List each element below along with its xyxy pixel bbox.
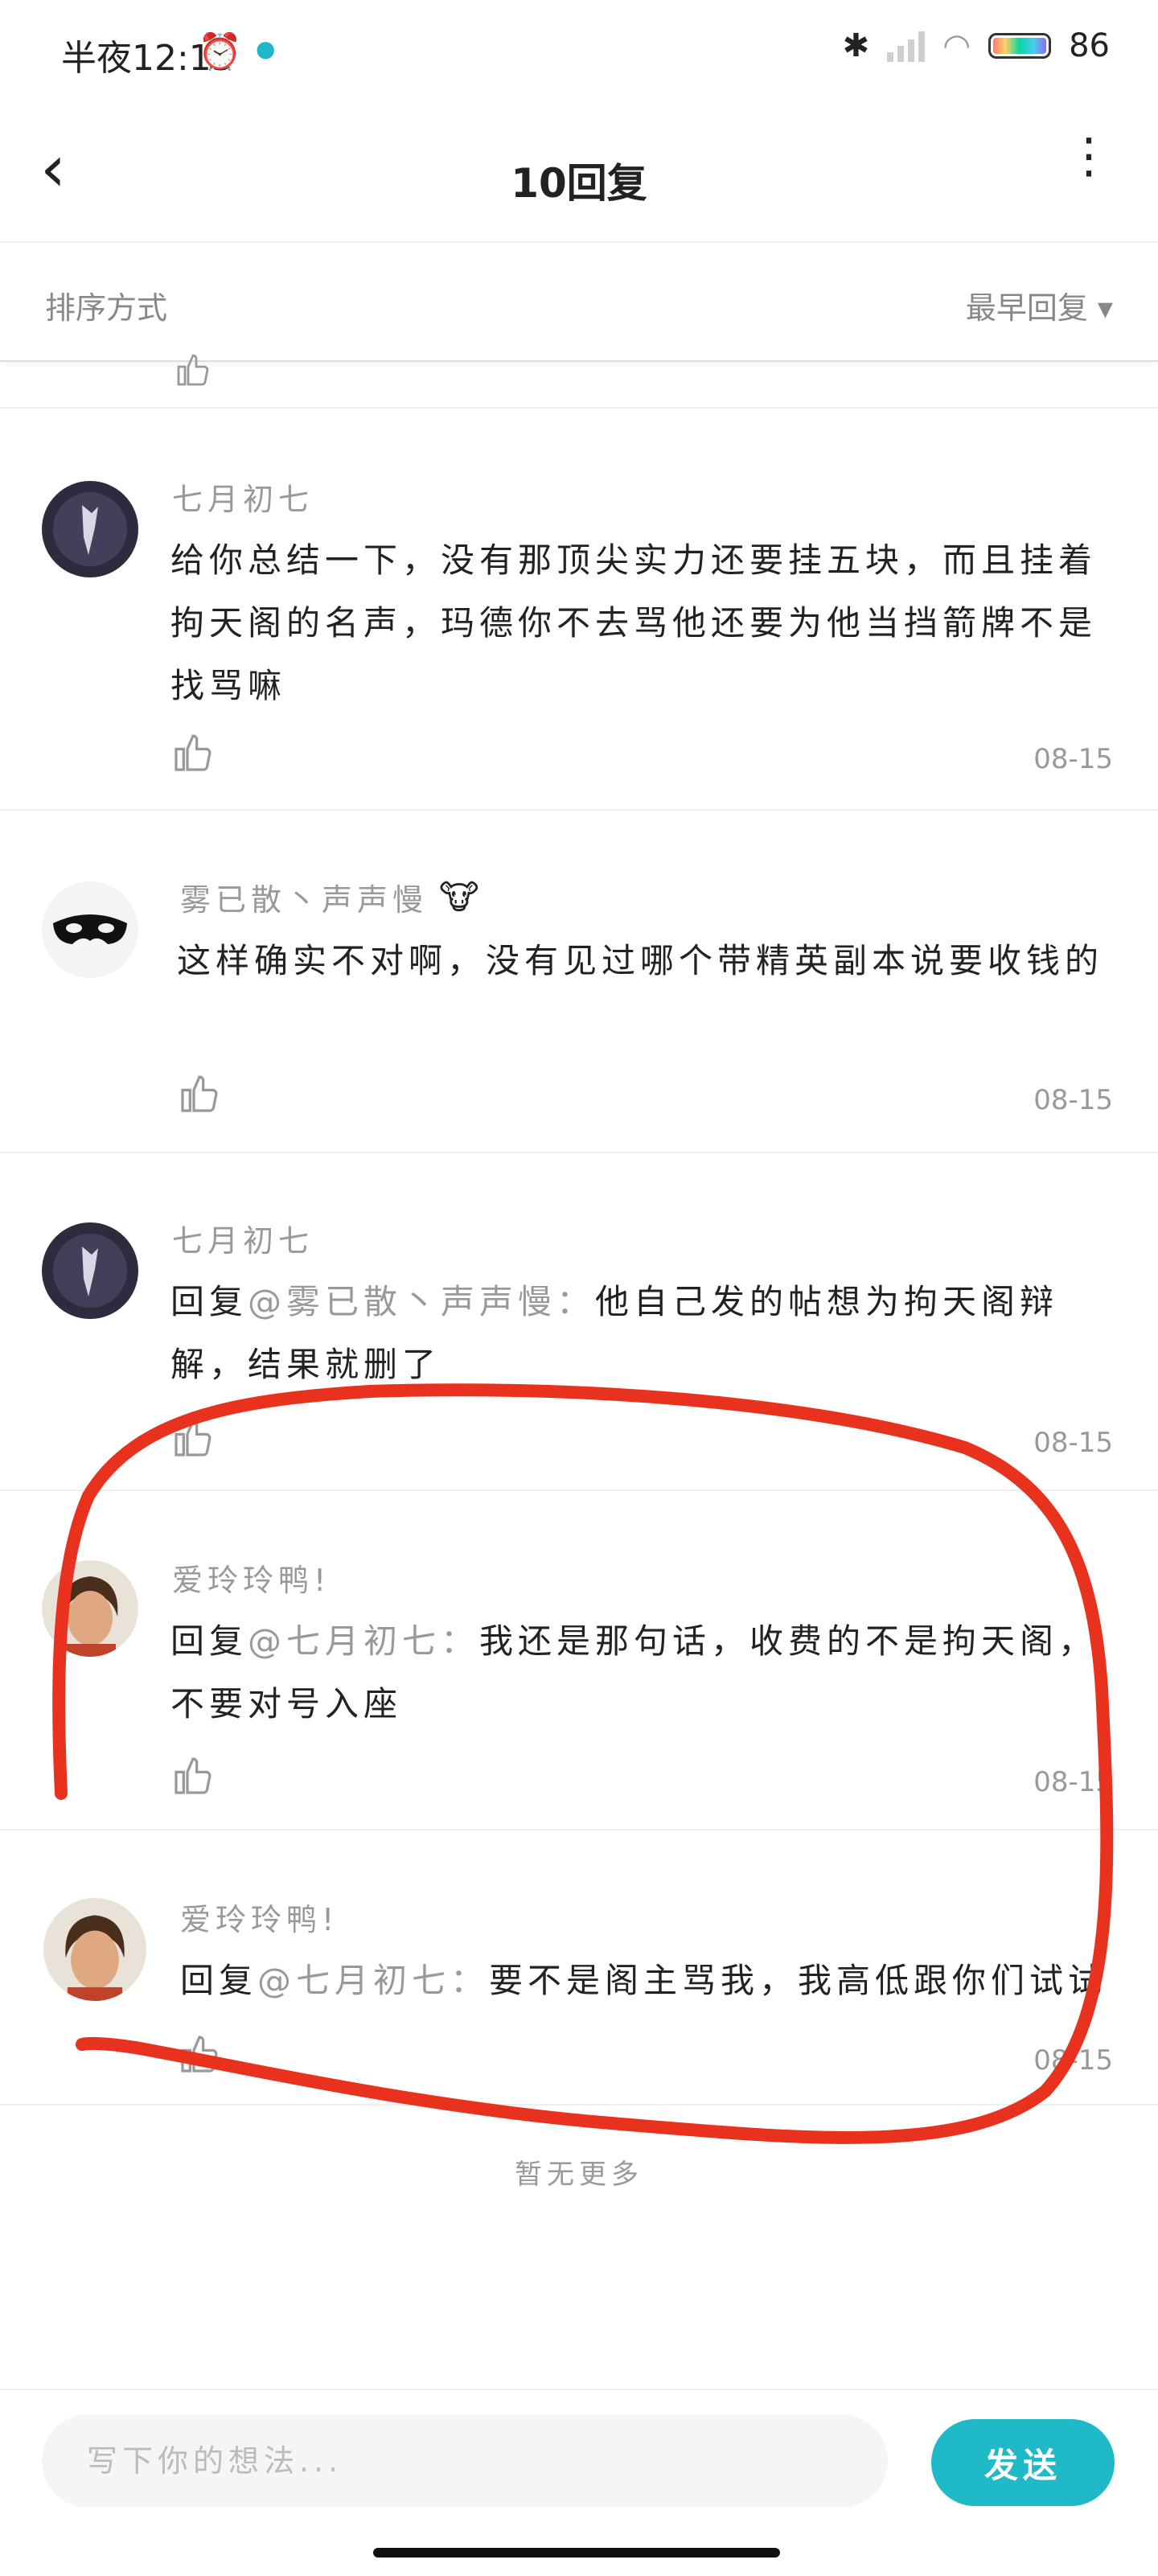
- like-icon[interactable]: [170, 1415, 216, 1461]
- more-options-icon[interactable]: ⋮: [1065, 132, 1113, 180]
- reply-prefix: 回复: [180, 1961, 258, 2000]
- comment-author[interactable]: 雾已散丶声声慢: [180, 875, 428, 919]
- like-icon[interactable]: [177, 2032, 222, 2077]
- mention-link[interactable]: @七月初七：: [257, 1961, 489, 2000]
- avatar[interactable]: [42, 881, 138, 978]
- notification-app-icon: ●: [256, 35, 276, 62]
- comment-date: 08-15: [1033, 1766, 1113, 1798]
- comment-text: 这样确实不对啊，没有见过哪个带精英副本说要收钱的: [177, 941, 1104, 980]
- mention-link[interactable]: @七月初七：: [248, 1621, 479, 1661]
- cellular-signal-icon: [887, 30, 926, 62]
- comment-text: 回复@七月初七：我还是那句话，收费的不是拘天阁，不要对号入座: [170, 1610, 1119, 1736]
- like-icon[interactable]: [170, 351, 216, 389]
- comment-author[interactable]: 爱玲玲鸭!: [172, 1555, 331, 1600]
- comment-text: 回复@七月初七：要不是阁主骂我，我高低跟你们试试: [180, 1949, 1113, 2012]
- comment-previous-partial: [0, 354, 1158, 409]
- like-icon[interactable]: [170, 730, 216, 775]
- alarm-icon: ⏰: [198, 31, 242, 72]
- send-button[interactable]: 发送: [931, 2419, 1115, 2506]
- status-bar: 半夜12:15 ⏰ ● ✱ ◠ 86: [0, 0, 1158, 105]
- comment-author[interactable]: 爱玲玲鸭!: [180, 1895, 339, 1939]
- comment-date: 08-15: [1033, 2044, 1113, 2077]
- page-title: 10回复: [511, 160, 647, 207]
- home-indicator[interactable]: [373, 2548, 780, 2558]
- comment-author-row: 雾已散丶声声慢 🐮: [180, 875, 479, 919]
- comment-date: 08-15: [1033, 743, 1113, 775]
- like-icon[interactable]: [170, 1753, 216, 1798]
- sort-label: 排序方式: [45, 290, 168, 326]
- avatar[interactable]: [42, 1222, 138, 1319]
- battery-icon: [988, 33, 1052, 59]
- comment-item: 雾已散丶声声慢 🐮 这样确实不对啊，没有见过哪个带精英副本说要收钱的 08-15: [0, 811, 1158, 1153]
- comment-date: 08-15: [1033, 1427, 1113, 1459]
- reply-body: 要不是阁主骂我，我高低跟你们试试: [489, 1961, 1107, 2000]
- comment-item: 七月初七 给你总结一下，没有那顶尖实力还要挂五块，而且挂着拘天阁的名声，玛德你不…: [0, 409, 1158, 811]
- reply-prefix: 回复: [170, 1621, 248, 1661]
- comment-author[interactable]: 七月初七: [172, 1216, 314, 1260]
- avatar[interactable]: [43, 1898, 146, 2001]
- comment-input[interactable]: [42, 2414, 888, 2508]
- comment-item: 爱玲玲鸭! 回复@七月初七：要不是阁主骂我，我高低跟你们试试 08-15: [0, 1830, 1158, 2106]
- mention-link[interactable]: @雾已散丶声声慢：: [248, 1282, 595, 1321]
- nav-bar: ‹ 10回复 ⋮: [0, 105, 1158, 243]
- sort-bar: 排序方式 最早回复 ▾: [0, 243, 1158, 362]
- bluetooth-icon: ✱: [842, 27, 870, 64]
- comment-text: 回复@雾已散丶声声慢：他自己发的帖想为拘天阁辩解，结果就删了: [170, 1271, 1119, 1396]
- avatar[interactable]: [42, 481, 138, 577]
- cow-emoji-icon: 🐮: [439, 877, 479, 917]
- battery-level: 86: [1069, 27, 1110, 64]
- comment-item: 爱玲玲鸭! 回复@七月初七：我还是那句话，收费的不是拘天阁，不要对号入座 08-…: [0, 1491, 1158, 1830]
- comment-item: 七月初七 回复@雾已散丶声声慢：他自己发的帖想为拘天阁辩解，结果就删了 08-1…: [0, 1153, 1158, 1491]
- comment-text: 给你总结一下，没有那顶尖实力还要挂五块，而且挂着拘天阁的名声，玛德你不去骂他还要…: [170, 540, 1098, 705]
- reply-prefix: 回复: [170, 1282, 248, 1321]
- like-icon[interactable]: [177, 1071, 222, 1116]
- avatar[interactable]: [42, 1560, 138, 1657]
- no-more-label: 暂无更多: [515, 2159, 643, 2191]
- comment-date: 08-15: [1033, 1084, 1113, 1116]
- comment-author[interactable]: 七月初七: [172, 475, 314, 519]
- sort-dropdown[interactable]: 最早回复 ▾: [966, 283, 1113, 327]
- wifi-icon: ◠: [942, 27, 971, 64]
- status-indicators: ✱ ◠ 86: [843, 27, 1110, 64]
